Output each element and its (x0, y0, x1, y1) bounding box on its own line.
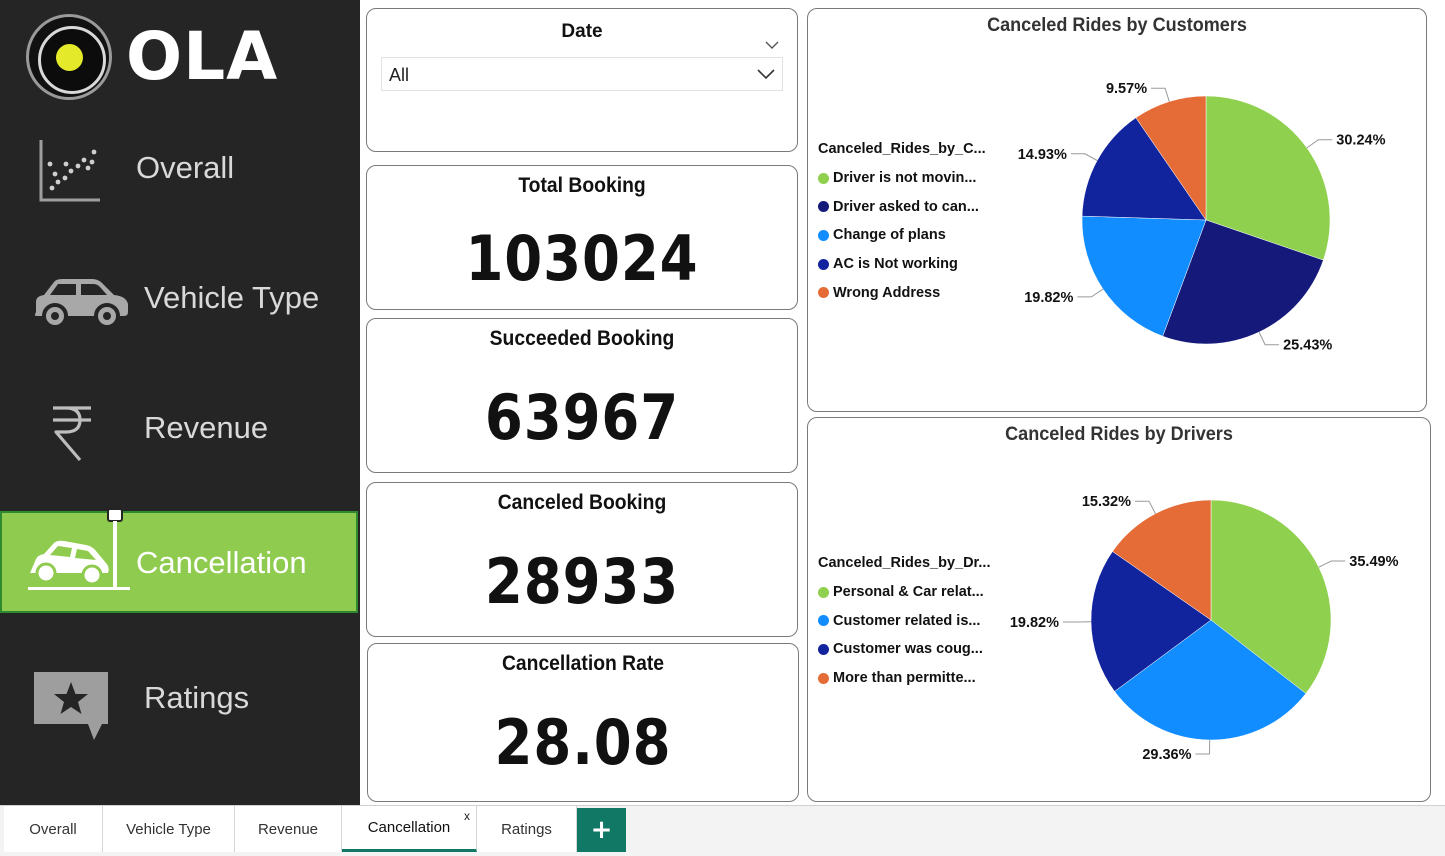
tab-ratings[interactable]: Ratings (477, 806, 577, 852)
sidebar-item-vehicle-type[interactable]: Vehicle Type (0, 260, 358, 340)
slicer-title: Date (561, 21, 603, 42)
leader-line (1070, 153, 1098, 161)
kpi-value: 28933 (484, 545, 680, 618)
ola-logo-mark-icon (26, 14, 112, 100)
kpi-value: 63967 (484, 381, 680, 454)
tab-label: Revenue (257, 820, 319, 838)
tab-label: Overall (29, 820, 77, 838)
sidebar-item-overall[interactable]: Overall (0, 130, 358, 210)
chevron-down-icon (757, 69, 775, 80)
tab-label: Cancellation (367, 819, 451, 836)
tab-label: Vehicle Type (126, 820, 211, 838)
kpi-card-cancellation-rate: Cancellation Rate 28.08 (367, 643, 799, 802)
leader-line (1151, 87, 1170, 102)
tab-label: Ratings (501, 820, 552, 838)
tab-overall[interactable]: Overall (4, 806, 103, 852)
leader-line (1195, 739, 1211, 755)
pie-chart-drivers: 35.49% 29.36% 19.82% 15.32% (1010, 494, 1399, 763)
leader-line (1318, 560, 1346, 568)
kpi-title: Total Booking (518, 174, 646, 197)
add-page-button[interactable]: + (577, 808, 626, 852)
page-tab-bar: Overall Vehicle Type Revenue Cancellatio… (0, 805, 1445, 856)
leader-line (1135, 500, 1156, 514)
car-icon (30, 274, 130, 338)
ola-logo: OLA (26, 14, 278, 100)
pie-data-label: 9.57% (1106, 81, 1147, 97)
kpi-card-canceled-booking: Canceled Booking 28933 (366, 482, 798, 637)
sidebar-item-label: Revenue (144, 410, 269, 445)
leader-line (1306, 139, 1333, 149)
leader-line (1077, 288, 1104, 298)
kpi-title: Canceled Booking (497, 491, 667, 514)
star-comment-icon (32, 670, 110, 750)
sidebar-item-label: Vehicle Type (144, 280, 320, 315)
ola-logo-text: OLA (126, 18, 279, 95)
pie-data-label: 25.43% (1283, 338, 1332, 354)
scatter-chart-icon (38, 138, 102, 210)
kpi-title: Cancellation Rate (501, 652, 665, 675)
kpi-title: Succeeded Booking (489, 327, 675, 350)
date-slicer: Date All (366, 8, 798, 152)
tab-vehicle-type[interactable]: Vehicle Type (103, 806, 235, 852)
pie-chart-customers: 30.24% 25.43% 19.82% 14.93% 9.57% (1018, 81, 1386, 354)
pie-data-label: 29.36% (1142, 747, 1191, 763)
sidebar: OLA Overall Vehicle Type Revenue Cancell… (0, 0, 360, 805)
pie-data-label: 30.24% (1336, 133, 1385, 149)
chart-canceled-rides-by-customers: Canceled Rides by Customers Canceled_Rid… (807, 8, 1427, 412)
pie-data-label: 19.82% (1024, 290, 1073, 306)
sidebar-item-label: Overall (136, 150, 235, 185)
leader-line (1258, 331, 1280, 346)
sidebar-item-cancellation[interactable]: Cancellation (0, 508, 358, 613)
pie-data-label: 35.49% (1349, 554, 1398, 570)
sidebar-item-revenue[interactable]: Revenue (0, 390, 358, 470)
pie-data-label: 19.82% (1010, 615, 1059, 631)
date-dropdown-value: All (389, 65, 410, 85)
tab-cancellation[interactable]: Cancellation x (342, 806, 477, 852)
sidebar-item-label: Cancellation (136, 545, 307, 580)
kpi-card-succeeded-booking: Succeeded Booking 63967 (366, 318, 798, 473)
car-crash-icon (28, 507, 132, 599)
kpi-value: 103024 (465, 222, 699, 295)
kpi-card-total-booking: Total Booking 103024 (366, 165, 798, 310)
tab-revenue[interactable]: Revenue (235, 806, 342, 852)
chart-canceled-rides-by-drivers: Canceled Rides by Drivers Canceled_Rides… (807, 417, 1431, 802)
kpi-value: 28.08 (494, 706, 672, 779)
sidebar-item-ratings[interactable]: Ratings (0, 656, 358, 746)
chevron-down-icon[interactable] (765, 37, 779, 51)
rupee-icon (50, 404, 94, 470)
sidebar-item-label: Ratings (144, 680, 250, 715)
pie-data-label: 14.93% (1018, 147, 1067, 163)
date-dropdown[interactable]: All (381, 57, 783, 91)
pie-data-label: 15.32% (1082, 494, 1131, 510)
close-tab-icon[interactable]: x (464, 809, 470, 823)
